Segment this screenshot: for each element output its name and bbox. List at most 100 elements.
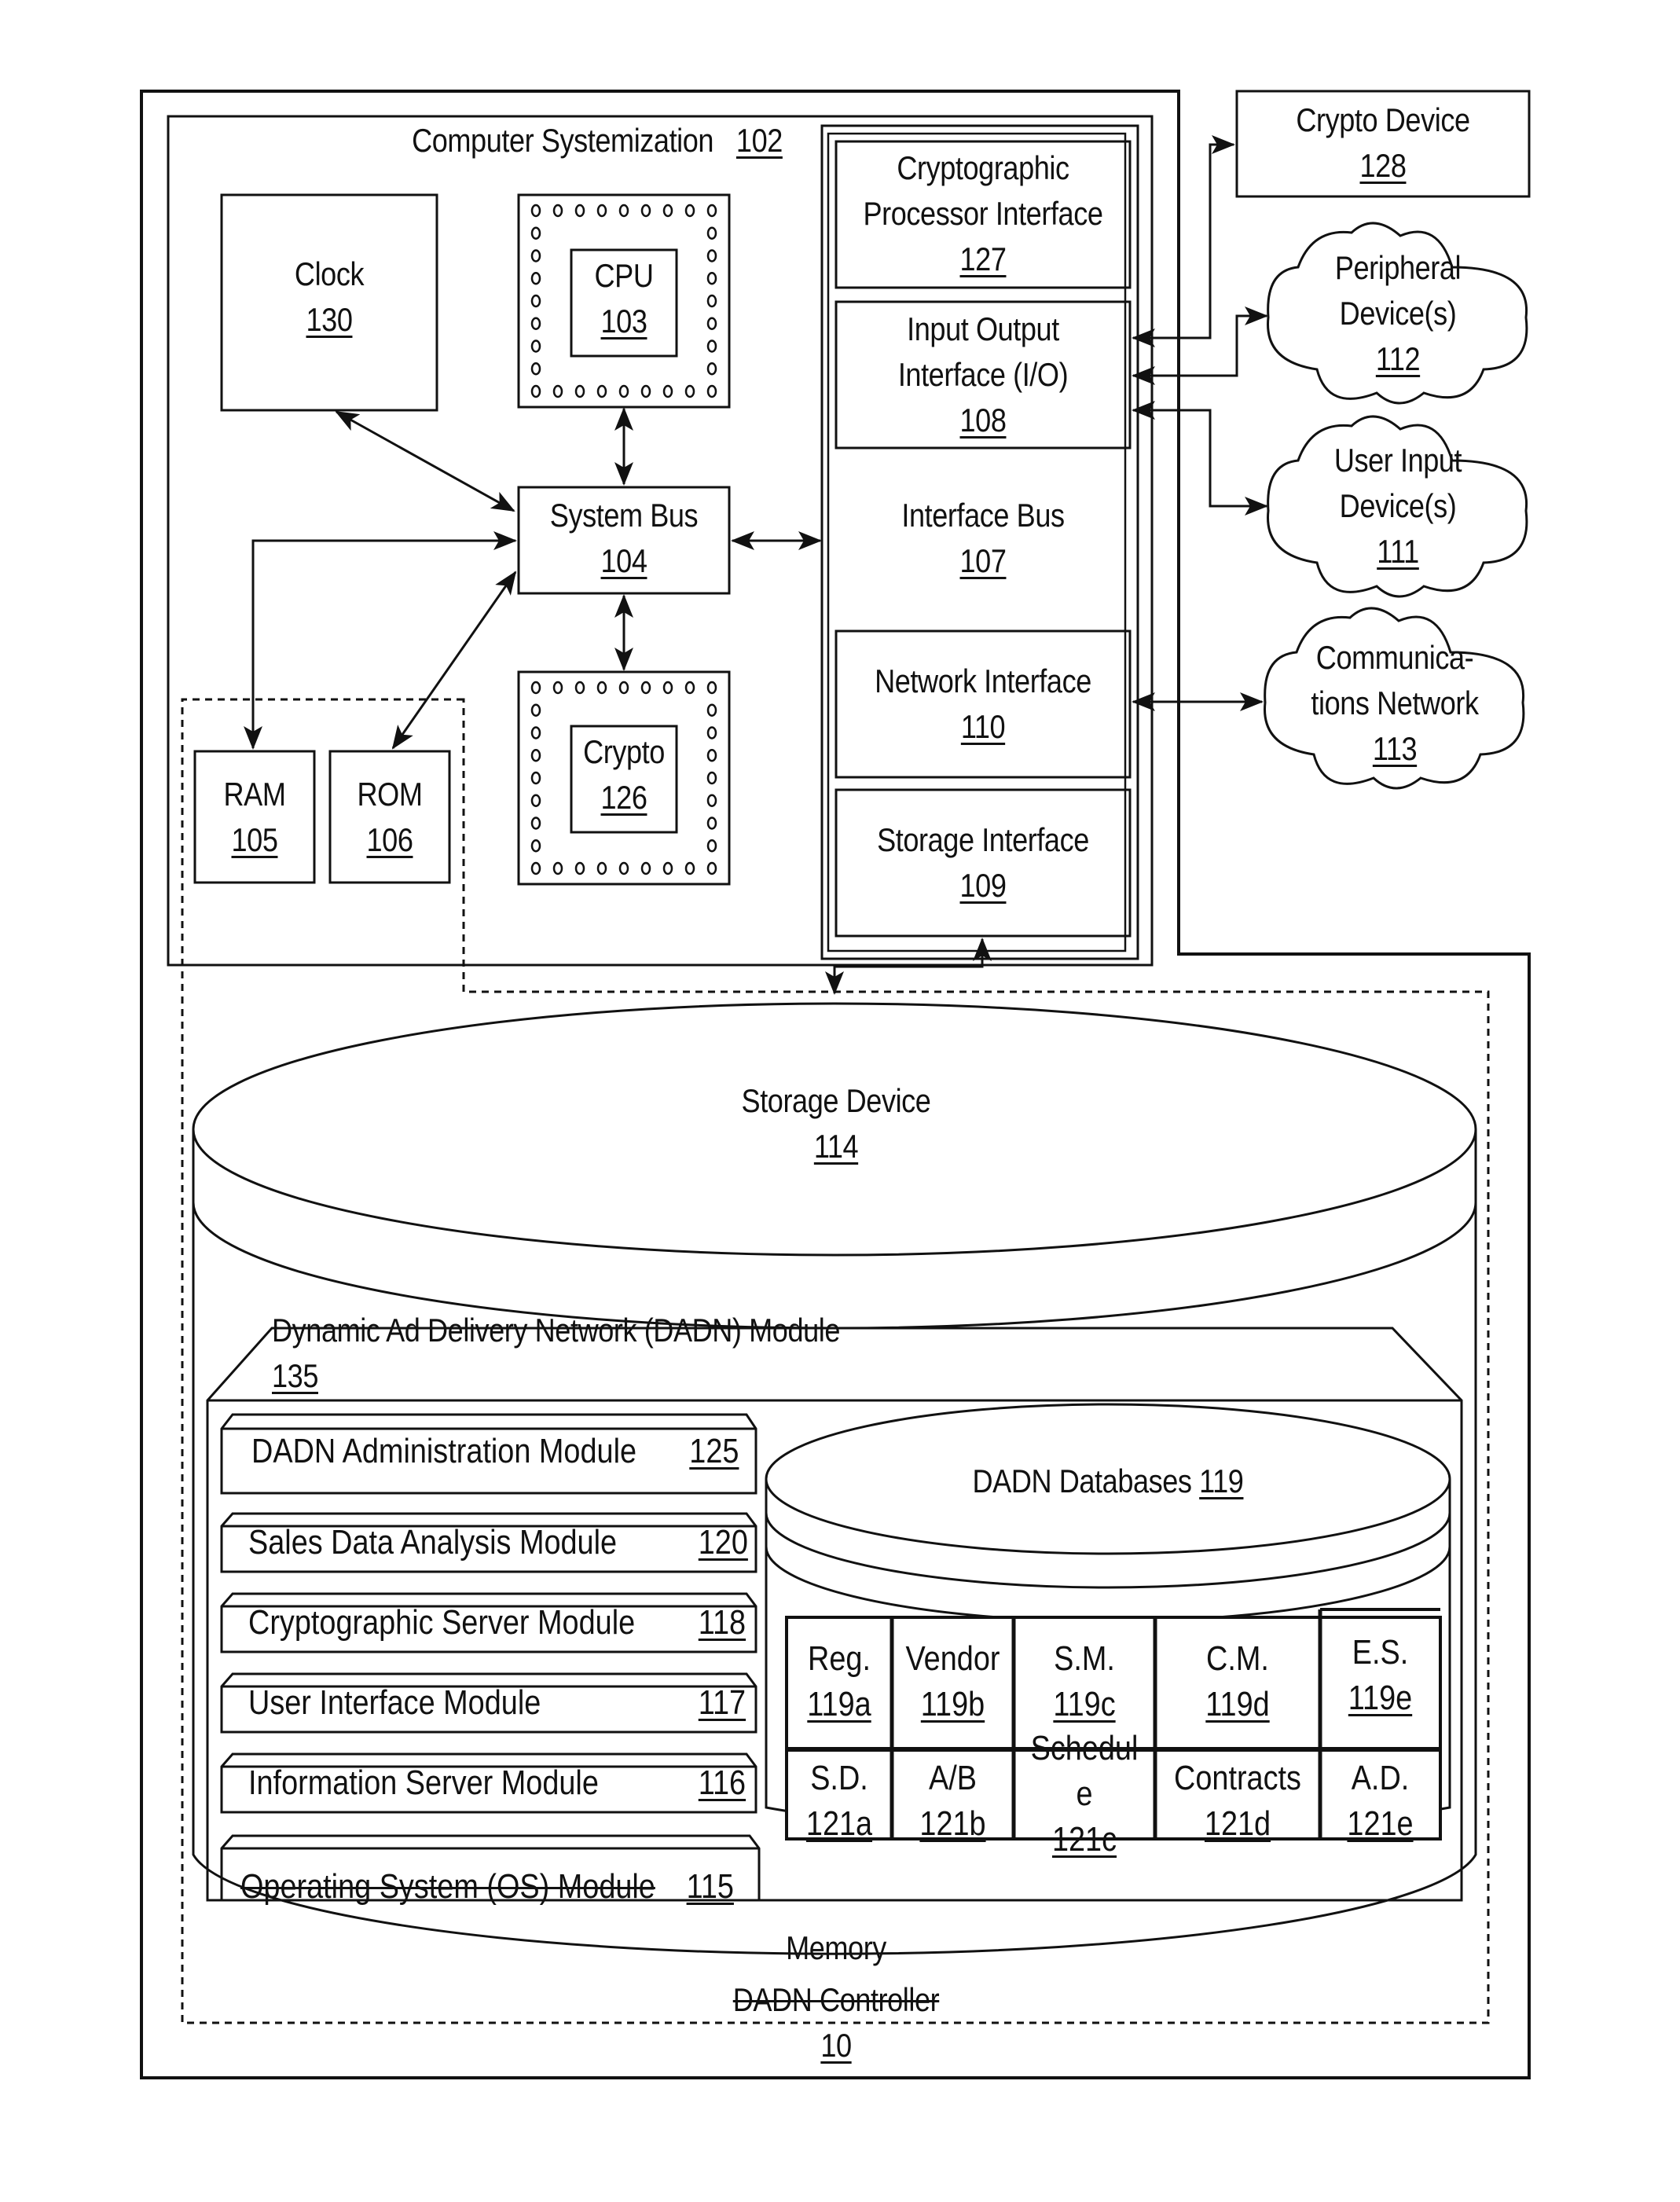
clock-label: Clock 130: [294, 255, 365, 338]
chip-pin: [706, 272, 717, 285]
chip-pin: [706, 384, 717, 398]
rom-sysbus-arrow: [391, 571, 517, 750]
io-interface-label: Input Output Interface (I/O) 108: [897, 310, 1069, 439]
controller-label: DADN Controller: [732, 1981, 940, 2018]
chip-pin: [706, 226, 717, 240]
chip-pin: [706, 249, 717, 262]
chip-pin: [706, 794, 717, 807]
db-cell-sm: S.M. 119c: [1053, 1639, 1116, 1723]
chip-pin: [684, 204, 695, 218]
chip-pin: [706, 861, 717, 875]
ram-sysbus-arrow: [244, 531, 517, 750]
computer-systemization-label: Computer Systemization 102: [412, 122, 783, 159]
chip-pin: [530, 771, 541, 785]
chip-pin: [706, 362, 717, 376]
chip-pin: [574, 384, 585, 398]
storage-interface-label: Storage Interface 109: [877, 821, 1089, 904]
chip-pin: [640, 204, 651, 218]
clock-sysbus-arrow: [335, 410, 515, 512]
chip-pin: [662, 204, 673, 218]
chip-pin: [684, 681, 695, 695]
chip-pin: [530, 317, 541, 330]
chip-pin: [618, 204, 629, 218]
chip-pin: [706, 839, 717, 853]
module-operating-system: Operating System (OS) Module 115: [240, 1867, 734, 1906]
chip-pin: [706, 204, 717, 218]
chip-pin: [530, 839, 541, 853]
chip-pin: [706, 749, 717, 762]
crypto-chip-label: Crypto 126: [583, 733, 665, 816]
chip-pin: [662, 384, 673, 398]
system-bus-label: System Bus 104: [549, 497, 699, 579]
chip-pin: [530, 294, 541, 308]
chip-pin: [662, 681, 673, 695]
dadn-databases-label: DADN Databases 119: [972, 1462, 1244, 1499]
chip-pin: [684, 384, 695, 398]
rom-label: ROM 106: [357, 776, 423, 858]
chip-pin: [640, 681, 651, 695]
chip-pin: [574, 204, 585, 218]
chip-pin: [530, 749, 541, 762]
user-input-devices-label: User Input Device(s) 111: [1333, 442, 1462, 570]
chip-pin: [640, 861, 651, 875]
chip-pin: [596, 384, 607, 398]
chip-pin: [530, 272, 541, 285]
ram-label: RAM 105: [223, 776, 286, 858]
chip-pin: [552, 681, 563, 695]
chip-pin: [640, 384, 651, 398]
chip-pin: [530, 726, 541, 740]
chip-pin: [530, 249, 541, 262]
db-cell-ad: A.D. 121e: [1347, 1759, 1414, 1843]
chip-pin: [706, 294, 717, 308]
chip-pin: [530, 226, 541, 240]
chip-pin: [530, 362, 541, 376]
network-interface-label: Network Interface 110: [875, 662, 1091, 745]
chip-pin: [574, 861, 585, 875]
chip-pin: [530, 817, 541, 830]
chip-pin: [706, 339, 717, 353]
chip-pin: [618, 681, 629, 695]
module-dadn-administration: DADN Administration Module 125: [251, 1432, 739, 1470]
peripheral-devices-label: Peripheral Device(s) 112: [1334, 249, 1462, 377]
chip-pin: [706, 317, 717, 330]
db-cell-sd: S.D. 121a: [805, 1759, 873, 1843]
crypto-processor-interface-label: Cryptographic Processor Interface 127: [863, 149, 1103, 277]
db-cell-contracts: Contracts 121d: [1174, 1759, 1301, 1843]
chip-pin: [530, 681, 541, 695]
interface-bus-label: Interface Bus 107: [901, 497, 1065, 579]
chip-pin: [552, 861, 563, 875]
db-cell-vendor: Vendor 119b: [905, 1639, 1000, 1723]
chip-pin: [574, 681, 585, 695]
chip-pin: [662, 861, 673, 875]
chip-pin: [618, 384, 629, 398]
dadn-controller-diagram: Computer Systemization 102 Clock 130 CPU 1…: [0, 0, 1680, 2202]
communications-network-label: Communica-tions Network 113: [1311, 639, 1479, 767]
module-cryptographic-server: Cryptographic Server Module 118: [248, 1603, 746, 1642]
memory-label: Memory: [786, 1929, 886, 1966]
chip-pin: [596, 861, 607, 875]
storage-interface-arrow: [825, 938, 992, 995]
chip-pin: [706, 703, 717, 717]
chip-pin: [706, 681, 717, 695]
db-cell-cm: C.M. 119d: [1205, 1639, 1270, 1723]
chip-pin: [552, 204, 563, 218]
chip-pin: [530, 703, 541, 717]
chip-pin: [530, 794, 541, 807]
chip-pin: [596, 204, 607, 218]
chip-pin: [706, 726, 717, 740]
chip-pin: [552, 384, 563, 398]
chip-pin: [706, 817, 717, 830]
cpu-label: CPU 103: [594, 257, 654, 339]
chip-pin: [596, 681, 607, 695]
chip-pin: [706, 771, 717, 785]
io-crypto-device-arrow: [1132, 135, 1235, 347]
module-user-interface: User Interface Module 117: [248, 1683, 746, 1722]
db-cell-reg: Reg. 119a: [807, 1639, 871, 1723]
crypto-device-label: Crypto Device 128: [1296, 101, 1470, 184]
chip-pin: [530, 204, 541, 218]
chip-pin: [684, 861, 695, 875]
module-sales-data-analysis: Sales Data Analysis Module 120: [248, 1523, 748, 1562]
controller-ref: 10: [820, 2027, 852, 2064]
db-cell-ab: A/B 121b: [919, 1759, 986, 1843]
chip-pin: [618, 861, 629, 875]
